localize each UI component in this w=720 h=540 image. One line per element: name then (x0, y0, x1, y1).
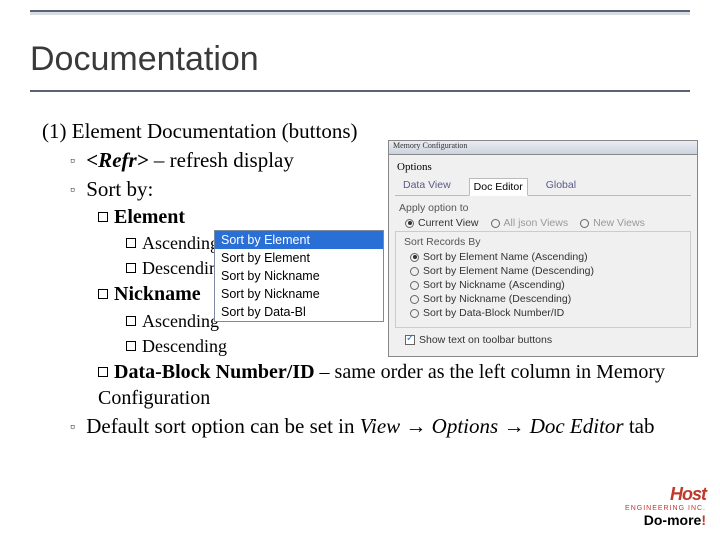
doc-editor-word: Doc Editor (530, 414, 624, 438)
dropdown-item[interactable]: Sort by Nickname (215, 267, 383, 285)
view-word: View (360, 414, 400, 438)
radio-label: Sort by Nickname (Descending) (423, 293, 571, 305)
tab-data-view[interactable]: Data View (399, 177, 455, 195)
title-rule (30, 90, 690, 92)
radio-label: New Views (593, 217, 645, 229)
radio-label: Sort by Nickname (Ascending) (423, 279, 565, 291)
options-dialog-wrap: Memory Configuration Options Data View D… (388, 140, 698, 357)
arrow-1: → (400, 414, 432, 438)
options-dialog: Options Data View Doc Editor Global Appl… (388, 154, 698, 357)
dropdown-item[interactable]: Sort by Nickname (215, 285, 383, 303)
apply-row: Current View All json Views New Views (405, 217, 691, 229)
asc-label-2: Ascending (142, 311, 219, 331)
square-bullet-icon (98, 367, 108, 377)
radio-sort-nick-asc[interactable] (410, 281, 419, 290)
bullet-marker: ▫ (70, 182, 75, 200)
radio-sort-datablock[interactable] (410, 309, 419, 318)
bullet-marker: ▫ (70, 419, 75, 437)
dropdown-item[interactable]: Sort by Element (215, 231, 383, 249)
square-bullet-icon (98, 289, 108, 299)
square-bullet-icon (98, 212, 108, 222)
dialog-title: Options (395, 159, 691, 177)
radio-label: Current View (418, 217, 479, 229)
logo: Host ENGINEERING INC. Do-more! (625, 484, 706, 530)
page-title: Documentation (30, 40, 259, 79)
refr-code: <Refr> (86, 148, 148, 172)
checkbox-label: Show text on toolbar buttons (419, 334, 552, 346)
radio-sort-elem-desc[interactable] (410, 267, 419, 276)
top-rule (30, 10, 690, 15)
checkbox-show-text[interactable] (405, 335, 415, 345)
asc-label: Ascending (142, 233, 219, 253)
nickname-label: Nickname (114, 283, 201, 305)
bullet-marker: ▫ (70, 153, 75, 171)
sort-dropdown[interactable]: Sort by Element Sort by Element Sort by … (214, 230, 384, 322)
bullet-datablock: Data-Block Number/ID – same order as the… (98, 360, 700, 411)
radio-label: Sort by Element Name (Descending) (423, 265, 594, 277)
datablock-bold: Data-Block Number/ID (114, 361, 315, 383)
radio-sort-elem-asc[interactable] (410, 253, 419, 262)
window-titlebar: Memory Configuration (388, 140, 698, 154)
radio-sort-nick-desc[interactable] (410, 295, 419, 304)
radio-all-views[interactable] (491, 219, 500, 228)
dialog-tabs: Data View Doc Editor Global (395, 177, 691, 196)
radio-current-view[interactable] (405, 219, 414, 228)
sort-fieldset: Sort Records By Sort by Element Name (As… (395, 231, 691, 328)
apply-label: Apply option to (399, 202, 691, 214)
tab-doc-editor[interactable]: Doc Editor (469, 178, 528, 196)
square-bullet-icon (126, 316, 136, 326)
radio-label: Sort by Data-Block Number/ID (423, 307, 564, 319)
logo-domore: Do-more (644, 512, 702, 528)
radio-new-views[interactable] (580, 219, 589, 228)
logo-eng: ENGINEERING INC. (625, 505, 706, 512)
desc-label-2: Descending (142, 336, 227, 356)
bullet-default-sort: ▫ Default sort option can be set in View… (70, 413, 700, 440)
default-sort-pre: Default sort option can be set in (86, 414, 360, 438)
logo-host: Host (670, 484, 706, 504)
element-label: Element (114, 206, 185, 228)
sort-label: Sort Records By (404, 236, 686, 248)
arrow-2: → (498, 414, 530, 438)
radio-label: Sort by Element Name (Ascending) (423, 251, 588, 263)
radio-label: All json Views (504, 217, 569, 229)
sortby-label: Sort by: (86, 177, 153, 201)
square-bullet-icon (126, 263, 136, 273)
dropdown-item[interactable]: Sort by Data-Bl (215, 303, 383, 321)
refr-text: – refresh display (149, 148, 294, 172)
tab-word: tab (624, 414, 655, 438)
dropdown-item[interactable]: Sort by Element (215, 249, 383, 267)
square-bullet-icon (126, 341, 136, 351)
tab-global[interactable]: Global (542, 177, 580, 195)
square-bullet-icon (126, 238, 136, 248)
logo-excl: ! (701, 512, 706, 528)
options-word: Options (432, 414, 499, 438)
